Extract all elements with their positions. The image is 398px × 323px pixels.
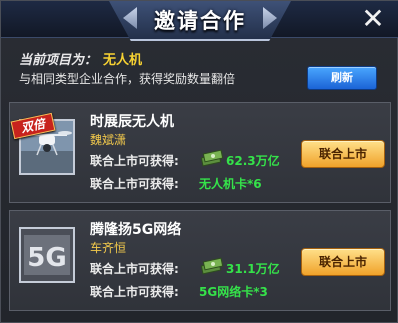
project-value: 无人机 xyxy=(103,53,143,68)
partner-name: 腾隆扬5G网络 xyxy=(90,222,182,238)
reward-row-card: 联合上市可获得: 5G网络卡*3 xyxy=(90,283,268,300)
project-label: 当前项目为： xyxy=(19,53,98,68)
5g-icon: 5G xyxy=(21,229,73,281)
reward-cash-value: 62.3万亿 xyxy=(226,154,280,168)
cash-icon xyxy=(200,149,224,167)
reward-label: 联合上市可获得: xyxy=(90,285,179,299)
reward-row-cash: 联合上市可获得: 31.1万亿 xyxy=(90,257,280,277)
joint-ipo-button[interactable]: 联合上市 xyxy=(301,140,385,168)
close-icon: ✕ xyxy=(361,2,385,35)
reward-row-card: 联合上市可获得: 无人机卡*6 xyxy=(90,175,262,192)
partner-name: 时展辰无人机 xyxy=(90,114,174,130)
svg-text:5G: 5G xyxy=(27,243,66,273)
reward-card-value: 5G网络卡*3 xyxy=(199,285,268,299)
refresh-button[interactable]: 刷新 xyxy=(307,66,377,90)
dialog-title: 邀请合作 xyxy=(154,9,246,33)
reward-card-value: 无人机卡*6 xyxy=(199,177,262,191)
joint-ipo-button[interactable]: 联合上市 xyxy=(301,248,385,276)
bonus-hint: 与相同类型企业合作，获得奖励数量翻倍 xyxy=(19,72,236,86)
partner-thumbnail: 5G xyxy=(19,227,75,283)
close-button[interactable]: ✕ xyxy=(359,5,387,33)
cash-icon xyxy=(200,257,224,275)
partner-card: 5G 腾隆扬5G网络 车齐恒 联合上市可获得: 31.1万亿 联合上市可获得: … xyxy=(9,210,391,311)
partner-ceo: 车齐恒 xyxy=(90,241,127,255)
partner-ceo: 魏斌潇 xyxy=(90,133,127,147)
reward-label: 联合上市可获得: xyxy=(90,177,179,191)
reward-cash-value: 31.1万亿 xyxy=(226,262,280,276)
current-project: 当前项目为： 无人机 xyxy=(19,49,142,68)
title-banner: 邀请合作 ✕ xyxy=(1,1,398,41)
reward-label: 联合上市可获得: xyxy=(90,262,179,276)
reward-row-cash: 联合上市可获得: 62.3万亿 xyxy=(90,149,280,169)
partner-card: 双倍 时展辰无人机 魏斌潇 联合上市可获得: 62.3万亿 联合上市可获得: 无… xyxy=(9,102,391,203)
reward-label: 联合上市可获得: xyxy=(90,154,179,168)
invite-cooperation-dialog: 邀请合作 ✕ 当前项目为： 无人机 与相同类型企业合作，获得奖励数量翻倍 刷新 双… xyxy=(0,0,398,323)
